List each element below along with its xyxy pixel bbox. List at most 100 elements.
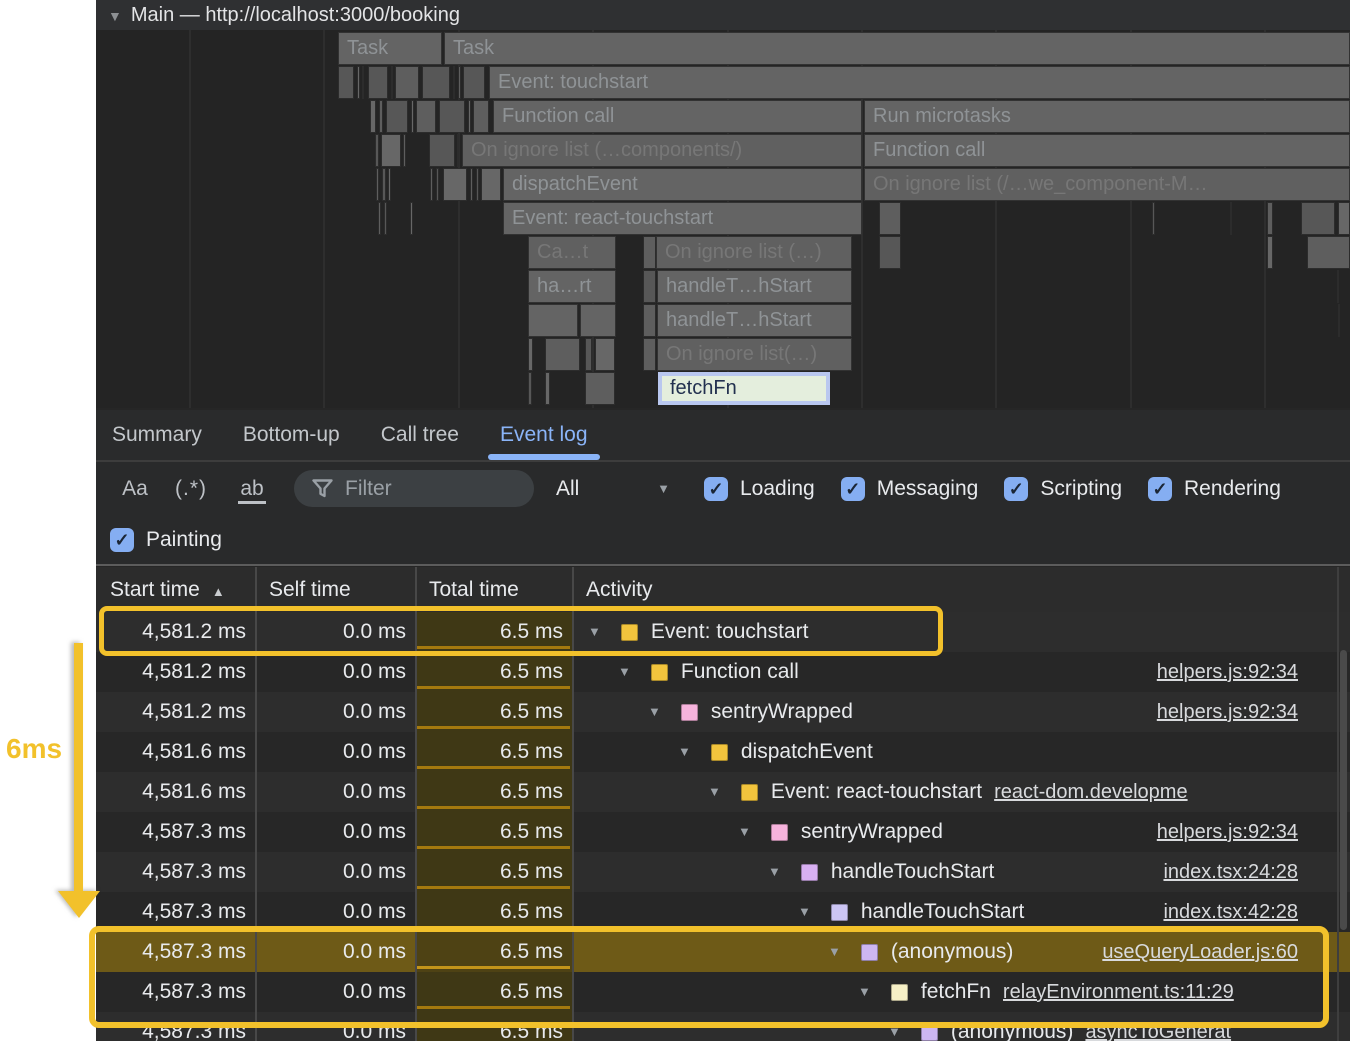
column-header-total-time[interactable]: Total time bbox=[415, 567, 572, 612]
flame-bar-sliver[interactable] bbox=[411, 100, 414, 133]
flame-bar[interactable] bbox=[580, 304, 616, 337]
flame-bar-sliver[interactable] bbox=[430, 168, 433, 201]
disclosure-triangle-icon[interactable]: ▼ bbox=[648, 692, 661, 732]
flame-bar-sliver[interactable] bbox=[1230, 202, 1232, 235]
flame-bar[interactable]: Event: touchstart bbox=[489, 66, 1350, 99]
table-row[interactable]: 4,581.2 ms0.0 ms6.5 ms▼Function callhelp… bbox=[96, 652, 1350, 692]
flame-bar-sliver[interactable] bbox=[545, 372, 550, 405]
checkbox-messaging[interactable]: ✓Messaging bbox=[841, 477, 979, 501]
checkbox-checked-icon[interactable]: ✓ bbox=[841, 477, 865, 501]
activity-label[interactable]: dispatchEvent bbox=[741, 732, 873, 772]
flame-bar-sliver[interactable] bbox=[470, 168, 473, 201]
checkbox-painting[interactable]: ✓Painting bbox=[110, 528, 222, 552]
column-header-self-time[interactable]: Self time bbox=[255, 567, 415, 612]
flame-bar-sliver[interactable] bbox=[382, 168, 386, 201]
regex-button[interactable]: (.*) bbox=[160, 477, 222, 501]
flame-bar-sliver[interactable] bbox=[585, 338, 592, 371]
disclosure-triangle-icon[interactable]: ▼ bbox=[588, 612, 601, 652]
flame-bar-sliver[interactable] bbox=[545, 338, 580, 371]
table-row[interactable]: 4,587.3 ms0.0 ms6.5 ms▼handleTouchStarti… bbox=[96, 892, 1350, 932]
flame-bar-sliver[interactable] bbox=[410, 202, 413, 235]
flame-bar-sliver[interactable] bbox=[386, 100, 408, 133]
tab-summary[interactable]: Summary bbox=[112, 410, 202, 460]
flame-bar-sliver[interactable] bbox=[879, 236, 901, 269]
flame-bar[interactable]: Ca…t bbox=[528, 236, 616, 269]
table-row[interactable]: 4,587.3 ms0.0 ms6.5 ms▼fetchFnrelayEnvir… bbox=[96, 972, 1350, 1012]
flame-bar[interactable]: Task bbox=[444, 32, 1350, 65]
flame-bar-sliver[interactable] bbox=[439, 100, 465, 133]
table-row[interactable]: 4,581.6 ms0.0 ms6.5 ms▼dispatchEvent bbox=[96, 732, 1350, 772]
flame-bar-sliver[interactable] bbox=[384, 202, 387, 235]
flame-bar-sliver[interactable] bbox=[436, 168, 439, 201]
flame-bar-sliver[interactable] bbox=[528, 338, 533, 371]
tab-bottom-up[interactable]: Bottom-up bbox=[243, 410, 340, 460]
flame-bar-sliver[interactable] bbox=[1307, 236, 1350, 269]
flame-bar[interactable]: On ignore list (/…we_component-M… bbox=[864, 168, 1350, 201]
flame-bar-sliver[interactable] bbox=[395, 66, 419, 99]
flame-bar-sliver[interactable] bbox=[643, 304, 656, 337]
column-header-activity[interactable]: Activity bbox=[572, 567, 1350, 612]
checkbox-checked-icon[interactable]: ✓ bbox=[1004, 477, 1028, 501]
flame-bar[interactable]: dispatchEvent bbox=[503, 168, 862, 201]
activity-label[interactable]: fetchFn bbox=[921, 972, 991, 1012]
scrollbar-thumb[interactable] bbox=[1340, 650, 1347, 930]
flame-bar-sliver[interactable] bbox=[453, 66, 455, 99]
checkbox-scripting[interactable]: ✓Scripting bbox=[1004, 477, 1122, 501]
disclosure-triangle-icon[interactable]: ▼ bbox=[768, 852, 781, 892]
flame-bar-sliver[interactable] bbox=[388, 168, 391, 201]
flame-bar-sliver[interactable] bbox=[422, 66, 450, 99]
flame-bar-sliver[interactable] bbox=[338, 66, 354, 99]
flame-bar-sliver[interactable] bbox=[595, 338, 615, 371]
flame-bar[interactable]: Task bbox=[338, 32, 442, 65]
tab-call-tree[interactable]: Call tree bbox=[381, 410, 459, 460]
table-row[interactable]: 4,581.6 ms0.0 ms6.5 ms▼Event: react-touc… bbox=[96, 772, 1350, 812]
flame-bar-sliver[interactable] bbox=[1267, 202, 1273, 235]
table-row[interactable]: 4,581.2 ms0.0 ms6.5 ms▼Event: touchstart bbox=[96, 612, 1350, 652]
source-link[interactable]: react-dom.developme bbox=[994, 781, 1187, 803]
source-link[interactable]: index.tsx:24:28 bbox=[1163, 861, 1298, 883]
activity-label[interactable]: Event: touchstart bbox=[651, 612, 809, 652]
disclosure-triangle-icon[interactable]: ▼ bbox=[738, 812, 751, 852]
checkbox-checked-icon[interactable]: ✓ bbox=[110, 528, 134, 552]
flame-bar-sliver[interactable] bbox=[379, 100, 383, 133]
flame-bar-sliver[interactable] bbox=[375, 134, 379, 167]
source-link[interactable]: index.tsx:42:28 bbox=[1163, 901, 1298, 923]
flame-bar-sliver[interactable] bbox=[378, 202, 381, 235]
duration-filter-select[interactable]: All ▼ bbox=[556, 477, 678, 501]
source-link[interactable]: helpers.js:92:34 bbox=[1157, 701, 1298, 723]
flame-bar[interactable]: Function call bbox=[864, 134, 1350, 167]
column-divider[interactable] bbox=[572, 567, 574, 1041]
flame-bar[interactable] bbox=[528, 304, 578, 337]
flame-bar-sliver[interactable] bbox=[368, 66, 388, 99]
flame-bar-sliver[interactable] bbox=[391, 66, 393, 99]
collapse-triangle-icon[interactable]: ▼ bbox=[96, 8, 131, 24]
flame-bar-sliver[interactable] bbox=[457, 134, 459, 167]
source-link[interactable]: helpers.js:92:34 bbox=[1157, 821, 1298, 843]
table-row[interactable]: 4,587.3 ms0.0 ms6.5 ms▼(anonymous)useQue… bbox=[96, 932, 1350, 972]
flame-bar-sliver[interactable] bbox=[473, 100, 489, 133]
flame-bar-sliver[interactable] bbox=[1338, 304, 1340, 337]
flame-bar-sliver[interactable] bbox=[1338, 202, 1350, 235]
flame-bar-sliver[interactable] bbox=[362, 66, 364, 99]
flame-bar[interactable]: Event: react-touchstart bbox=[503, 202, 862, 235]
flame-chart[interactable]: TaskTaskEvent: touchstartFunction callRu… bbox=[96, 30, 1350, 408]
activity-label[interactable]: sentryWrapped bbox=[801, 812, 943, 852]
match-case-button[interactable]: Aa bbox=[110, 477, 160, 501]
flame-bar[interactable]: Run microtasks bbox=[864, 100, 1350, 133]
flame-bar-sliver[interactable] bbox=[370, 100, 376, 133]
flame-bar[interactable]: handleT…hStart bbox=[657, 270, 852, 303]
flame-bar-sliver[interactable] bbox=[381, 134, 401, 167]
disclosure-triangle-icon[interactable]: ▼ bbox=[708, 772, 721, 812]
flame-bar-sliver[interactable] bbox=[643, 270, 656, 303]
checkbox-loading[interactable]: ✓Loading bbox=[704, 477, 815, 501]
disclosure-triangle-icon[interactable]: ▼ bbox=[828, 932, 841, 972]
disclosure-triangle-icon[interactable]: ▼ bbox=[858, 972, 871, 1012]
flame-bar-sliver[interactable] bbox=[429, 134, 455, 167]
activity-label[interactable]: sentryWrapped bbox=[711, 692, 853, 732]
flame-bar-sliver[interactable] bbox=[476, 168, 479, 201]
flame-bar-sliver[interactable] bbox=[403, 134, 406, 167]
flame-bar-sliver[interactable] bbox=[528, 372, 532, 405]
activity-label[interactable]: Function call bbox=[681, 652, 799, 692]
activity-label[interactable]: Event: react-touchstart bbox=[771, 772, 982, 812]
column-divider[interactable] bbox=[415, 567, 417, 1041]
